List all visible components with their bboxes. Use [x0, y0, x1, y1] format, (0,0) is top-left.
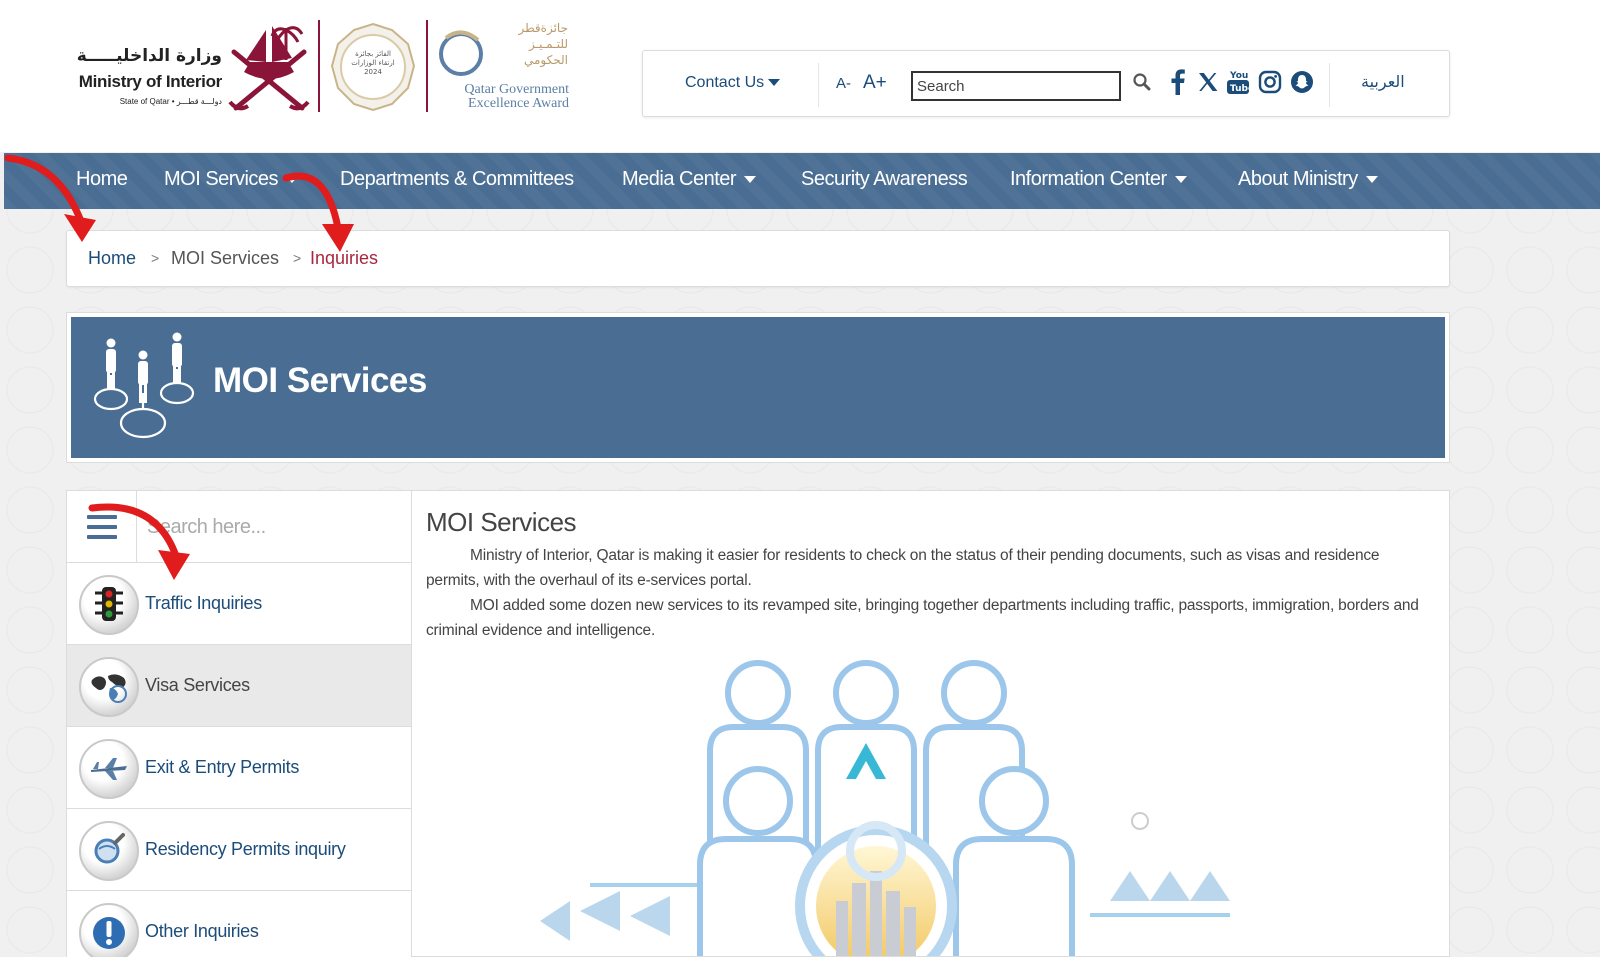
award-ring-icon [439, 30, 483, 76]
facebook-icon[interactable] [1165, 67, 1191, 97]
breadcrumb-moi-services-link[interactable]: MOI Services [171, 248, 279, 269]
toolbar-divider [818, 63, 819, 107]
content-paragraph: Ministry of Interior, Qatar is making it… [426, 547, 1380, 589]
banner-title: MOI Services [213, 361, 427, 400]
sidebar-item-traffic-inquiries[interactable]: Traffic Inquiries [67, 563, 411, 645]
svg-text:You: You [1229, 71, 1248, 81]
breadcrumb-home-link[interactable]: Home [88, 248, 136, 269]
toolbar-divider [1329, 63, 1330, 107]
svg-text:Tube: Tube [1230, 84, 1250, 94]
magnifier-globe-icon [79, 821, 139, 881]
font-decrease-button[interactable]: A- [836, 75, 851, 92]
nav-item-departments[interactable]: Departments & Committees [340, 168, 574, 191]
hamburger-menu-icon [86, 515, 117, 539]
services-people-icon [93, 332, 195, 439]
content-paragraph: MOI added some dozen new services to its… [426, 597, 1419, 639]
nav-item-label: About Ministry [1238, 168, 1358, 190]
nav-item-media-center[interactable]: Media Center [622, 168, 757, 191]
nav-item-label: Home [76, 168, 128, 190]
sidebar-item-visa-services[interactable]: Visa Services [67, 645, 411, 727]
award-badge-text: الفائز بجائزة ارتقاء الوزارات 2024 [351, 50, 395, 76]
caret-down-icon [1365, 176, 1378, 184]
breadcrumb: Home > MOI Services > Inquiries [66, 230, 1450, 287]
moi-logo-english: Ministry of Interior [78, 72, 223, 91]
contact-us-dropdown[interactable]: Contact Us [685, 74, 781, 92]
page-banner: MOI Services [66, 312, 1450, 463]
nav-item-label: MOI Services [164, 168, 279, 190]
sidebar-item-label: Residency Permits inquiry [145, 839, 346, 859]
moi-logo-arabic: وزارة الداخليـــــة [76, 46, 222, 66]
main-content: MOI Services Ministry of Interior, Qatar… [412, 490, 1450, 957]
main-navigation: Home MOI Services Departments & Committe… [4, 153, 1600, 209]
search-icon[interactable] [1129, 67, 1155, 97]
award-arabic-line: جائزةقطر [518, 21, 568, 35]
site-header: وزارة الداخليـــــة Ministry of Interior… [0, 0, 1600, 152]
snapchat-icon[interactable] [1289, 67, 1315, 97]
header-divider [318, 20, 320, 112]
nav-item-home[interactable]: Home [76, 168, 128, 191]
sidebar-item-label: Other Inquiries [145, 921, 259, 941]
nav-item-label: Media Center [622, 168, 737, 190]
contact-us-label: Contact Us [685, 74, 765, 91]
breadcrumb-separator: > [293, 250, 302, 266]
header-divider [426, 20, 428, 112]
qatar-emblem-icon [228, 26, 310, 111]
youtube-icon[interactable]: You Tube [1225, 67, 1251, 97]
font-increase-button[interactable]: A+ [863, 72, 887, 94]
services-illustration [540, 660, 1230, 956]
moi-logo-subtitle: State of Qatar • دولـــة قطـــر [119, 97, 222, 106]
nav-item-label: Security Awareness [801, 168, 968, 190]
award-badge: الفائز بجائزة ارتقاء الوزارات 2024 [330, 22, 416, 112]
traffic-light-icon [79, 575, 139, 635]
nav-item-security-awareness[interactable]: Security Awareness [801, 168, 968, 191]
nav-item-label: Departments & Committees [340, 168, 574, 190]
qatar-excellence-award-logo[interactable]: جائزةقطر للتـمـيـز الحكومي Qatar Governm… [436, 20, 576, 115]
nav-item-moi-services[interactable]: MOI Services [164, 168, 299, 191]
services-sidebar: Traffic Inquiries Visa Services Exit & E… [66, 490, 412, 957]
world-map-icon [79, 657, 139, 717]
sidebar-item-label: Visa Services [145, 675, 250, 695]
caret-down-icon [768, 79, 781, 87]
exclamation-icon [79, 903, 139, 957]
sidebar-item-label: Traffic Inquiries [145, 593, 262, 613]
award-logo-english-line2: Excellence Award [468, 96, 569, 111]
language-switch-link[interactable]: العربية [1361, 72, 1405, 91]
site-search-input[interactable] [911, 71, 1121, 101]
page-banner-inner: MOI Services [71, 317, 1445, 458]
sidebar-item-label: Exit & Entry Permits [145, 757, 300, 777]
breadcrumb-current-page: Inquiries [310, 248, 379, 268]
sidebar-item-exit-entry-permits[interactable]: Exit & Entry Permits [67, 727, 411, 809]
content-title: MOI Services [426, 507, 577, 537]
breadcrumb-separator: > [151, 250, 160, 266]
sidebar-item-residency-permits[interactable]: Residency Permits inquiry [67, 809, 411, 891]
nav-item-information-center[interactable]: Information Center [1010, 168, 1187, 191]
airplane-icon [79, 739, 139, 799]
caret-down-icon [1174, 176, 1187, 184]
sidebar-menu-toggle[interactable] [67, 491, 137, 563]
sidebar-search-input[interactable] [147, 509, 397, 545]
instagram-icon[interactable] [1257, 67, 1283, 97]
sidebar-item-other-inquiries[interactable]: Other Inquiries [67, 891, 411, 957]
award-arabic-line: للتـمـيـز [529, 37, 568, 51]
moi-logo[interactable]: وزارة الداخليـــــة Ministry of Interior… [62, 22, 312, 114]
caret-down-icon [286, 176, 299, 184]
sidebar-search-bar [67, 491, 411, 563]
award-arabic-line: الحكومي [524, 53, 568, 67]
award-logo-arabic: جائزةقطر للتـمـيـز الحكومي [488, 20, 568, 68]
header-toolbar: Contact Us A- A+ You Tube العربية [642, 50, 1450, 117]
nav-item-about-ministry[interactable]: About Ministry [1238, 168, 1378, 191]
x-twitter-icon[interactable] [1195, 67, 1221, 97]
caret-down-icon [744, 176, 757, 184]
nav-item-label: Information Center [1010, 168, 1167, 190]
